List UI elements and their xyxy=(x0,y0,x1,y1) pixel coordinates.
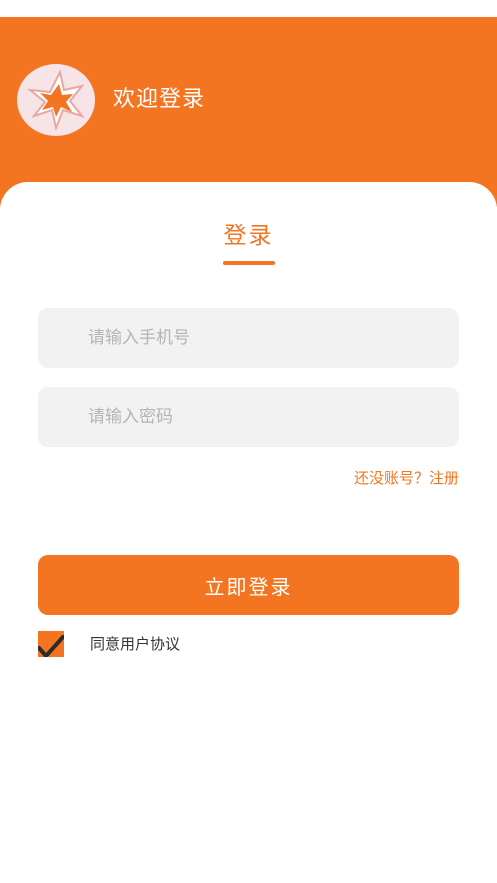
login-card xyxy=(0,182,497,883)
login-button[interactable]: 立即登录 xyxy=(38,555,459,615)
agree-label: 同意用户协议 xyxy=(90,635,181,653)
tab-active-indicator xyxy=(223,261,275,265)
phone-input[interactable] xyxy=(38,308,459,368)
register-link[interactable]: 还没账号？注册 xyxy=(354,466,459,490)
login-screen: 欢迎登录 登录 还没账号？注册 立即登录 同意用户协议 xyxy=(0,0,497,883)
checkmark-icon xyxy=(38,635,64,657)
app-logo xyxy=(17,64,95,136)
password-input[interactable] xyxy=(38,387,459,447)
star-burst-logo-icon xyxy=(26,70,85,130)
agreement-row: 同意用户协议 xyxy=(38,631,180,657)
agree-checkbox[interactable] xyxy=(38,631,64,657)
tab-login[interactable]: 登录 xyxy=(0,221,497,251)
welcome-title: 欢迎登录 xyxy=(113,87,206,112)
